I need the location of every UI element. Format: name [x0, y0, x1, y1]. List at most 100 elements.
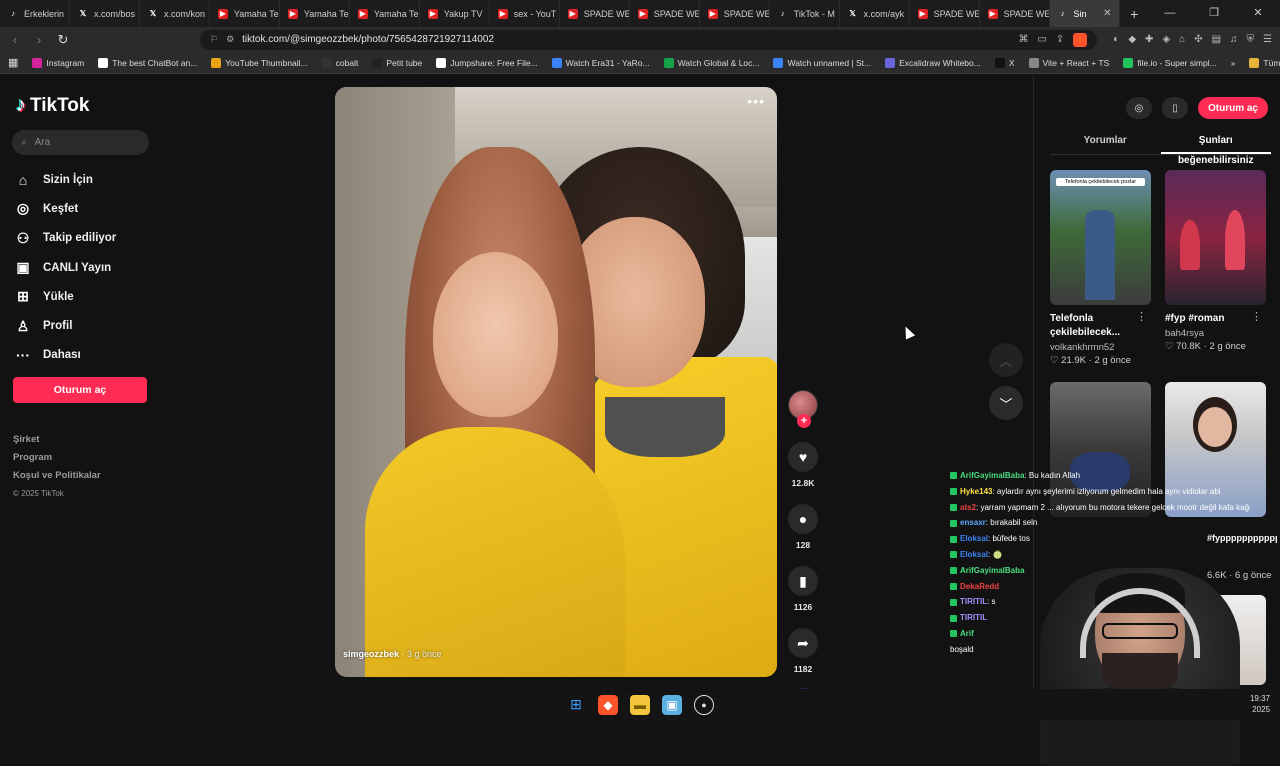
share-button[interactable]: ➦	[788, 628, 818, 658]
minimize-icon[interactable]: —	[1148, 0, 1192, 27]
forward-icon[interactable]: ›	[32, 32, 46, 47]
chat-message: ArifGayimalBaba	[950, 563, 1250, 579]
author-avatar[interactable]: +	[788, 390, 818, 428]
address-bar[interactable]: ⚐ ⚙ tiktok.com/@simgeozzbek/photo/756542…	[200, 29, 1098, 50]
bookmark-icon[interactable]: ⚐	[210, 34, 218, 45]
vpn-icon[interactable]: ⛨	[1247, 34, 1255, 45]
bookmark-item[interactable]: Watch unnamed | St...	[773, 57, 871, 68]
obs-icon[interactable]: ●	[694, 694, 714, 715]
bookmark-item[interactable]: Vite + React + TS	[1028, 57, 1109, 68]
bookmark-item[interactable]: file.io - Super simpl...	[1123, 57, 1217, 68]
tab-you-may-like[interactable]: Şunları beğenebilirsiniz	[1160, 131, 1271, 166]
browser-tab[interactable]: ▶ SPADE WE	[980, 0, 1050, 27]
sidebar-nav-item[interactable]: ⌂ Sizin İçin	[14, 165, 116, 194]
card-more-icon[interactable]: ⋮	[1251, 310, 1262, 323]
reader-icon[interactable]: ▭	[1037, 34, 1046, 45]
browser-tab[interactable]: ▶ Yamaha Te	[210, 0, 280, 27]
search-input[interactable]: ⌕ Ara	[12, 130, 149, 155]
bookmark-item[interactable]: Excalidraw Whitebo...	[885, 57, 981, 68]
sidebar-nav-item[interactable]: ♙ Profil	[14, 311, 116, 340]
close-tab-icon[interactable]: ✕	[1103, 8, 1111, 19]
new-tab-button[interactable]: +	[1120, 6, 1147, 22]
menu-icon[interactable]: ☰	[1263, 34, 1272, 45]
translate-icon[interactable]: ⌘	[1018, 34, 1028, 45]
video-author[interactable]: volkankhrmn52	[1050, 342, 1151, 353]
tab-comments[interactable]: Yorumlar	[1050, 131, 1161, 154]
compass-icon[interactable]: ◎	[1125, 97, 1152, 119]
login-button[interactable]: Oturum aç	[13, 377, 147, 403]
windows-start-icon[interactable]: ⊞	[566, 695, 586, 715]
photos-icon[interactable]: ▣	[662, 694, 682, 715]
puzzle-icon[interactable]: ✣	[1194, 34, 1202, 45]
save-button[interactable]: ▮	[788, 566, 818, 596]
back-icon[interactable]: ‹	[8, 32, 22, 47]
browser-tab[interactable]: 𝕏x.com/bos	[70, 0, 140, 27]
brave-browser-icon[interactable]: ◆	[598, 694, 618, 715]
sidebar-nav-item[interactable]: ⚇ Takip ediliyor	[14, 224, 117, 253]
extension-icon[interactable]: ⌂	[1179, 34, 1185, 45]
bookmark-item[interactable]: Watch Era31 - YaRo...	[551, 57, 650, 68]
video-card[interactable]: Telefonla çekilebilecek pozlar Telefonla…	[1050, 170, 1151, 366]
next-post-button[interactable]: ﹀	[989, 386, 1023, 420]
bookmark-item[interactable]: The best ChatBot an...	[98, 57, 197, 68]
bookmark-item[interactable]: Jumpshare: Free File...	[436, 57, 538, 68]
apps-icon[interactable]: ▦	[8, 56, 18, 69]
video-author[interactable]: bah4rsya	[1165, 328, 1266, 339]
music-icon[interactable]: ♫	[1230, 34, 1238, 45]
previous-post-button[interactable]: ︿	[989, 343, 1023, 377]
sidebar-nav-item[interactable]: ··· Dahası	[14, 341, 116, 370]
browser-tab[interactable]: ▶ SPADE WE	[560, 0, 630, 27]
extension-icon[interactable]: ◆	[1128, 34, 1136, 45]
file-explorer-icon[interactable]: ▬	[630, 694, 650, 715]
bookmark-item[interactable]: Petit tube	[372, 57, 422, 68]
bookmark-item[interactable]: YouTube Thumbnail...	[211, 57, 308, 68]
more-options-icon[interactable]: •••	[747, 93, 765, 109]
browser-tab[interactable]: ▶ SPADE WE	[910, 0, 980, 27]
browser-tab[interactable]: ▶ Yamaha Te	[280, 0, 350, 27]
header-login-button[interactable]: Oturum aç	[1197, 97, 1268, 119]
sidebar-nav-item[interactable]: ◎ Keşfet	[14, 194, 116, 223]
browser-tab[interactable]: ▶ Yakup TV	[420, 0, 490, 27]
sidebar-nav-item[interactable]: ⊞ Yükle	[14, 282, 116, 311]
browser-tab[interactable]: ♪ TikTok - M	[770, 0, 840, 27]
all-bookmarks-folder[interactable]: Tüm Yer İşaretleri	[1249, 57, 1280, 68]
sidebar-nav-item[interactable]: ▣ CANLI Yayın	[14, 253, 116, 282]
like-button[interactable]: ♥	[788, 442, 818, 472]
browser-tab[interactable]: ▶ sex - YouT	[490, 0, 560, 27]
share-icon[interactable]: ⇪	[1056, 34, 1064, 45]
close-window-icon[interactable]: ✕	[1236, 0, 1280, 27]
extension-icon[interactable]: ✚	[1145, 34, 1153, 45]
bookmark-item[interactable]: Instagram	[32, 57, 84, 68]
maximize-icon[interactable]: ❐	[1192, 0, 1236, 27]
browser-tab[interactable]: ▶ SPADE WE	[700, 0, 770, 27]
phone-icon[interactable]: ▯	[1161, 97, 1188, 119]
bookmarks-overflow-icon[interactable]: »	[1231, 58, 1236, 68]
browser-tab[interactable]: ♪ Sin ✕	[1049, 0, 1121, 27]
browser-tab[interactable]: ♪ Erkeklerin	[0, 0, 70, 27]
post-author[interactable]: simgeozzbek	[343, 649, 399, 659]
extension-icon[interactable]: ◐	[1113, 34, 1119, 45]
video-card[interactable]: #fyp #roman bah4rsya ♡ 70.8K · 2 g önce …	[1165, 170, 1266, 352]
extension-icon[interactable]: ◈	[1162, 34, 1170, 45]
bookmark-item[interactable]: X	[994, 57, 1015, 68]
site-info-icon[interactable]: ⚙	[226, 34, 234, 45]
footer-link-terms[interactable]: Koşul ve Politikalar	[13, 467, 101, 485]
reload-icon[interactable]: ↻	[56, 32, 70, 48]
browser-tab[interactable]: 𝕏x.com/ayk	[840, 0, 910, 27]
brave-shield-icon[interactable]	[1073, 32, 1088, 47]
footer-link-program[interactable]: Program	[13, 449, 101, 467]
chat-message: Arif	[950, 626, 1250, 642]
footer-link-company[interactable]: Şirket	[13, 431, 101, 449]
follow-plus-icon[interactable]: +	[797, 414, 811, 428]
post-photo[interactable]: ••• simgeozzbek · 3 g önce	[335, 87, 777, 677]
bookmark-favicon-icon	[1028, 57, 1039, 68]
bookmark-item[interactable]: Watch Global & Loc...	[663, 57, 759, 68]
browser-tab[interactable]: 𝕏x.com/kon	[140, 0, 210, 27]
tiktok-logo[interactable]: ♪ TikTok	[16, 94, 89, 117]
card-more-icon[interactable]: ⋮	[1136, 310, 1147, 323]
sidebar-icon[interactable]: ▤	[1212, 34, 1221, 45]
comment-button[interactable]: ●	[788, 504, 818, 534]
browser-tab[interactable]: ▶ SPADE WE	[630, 0, 700, 27]
browser-tab[interactable]: ▶ Yamaha Te	[350, 0, 420, 27]
bookmark-item[interactable]: cobalt	[321, 57, 358, 68]
